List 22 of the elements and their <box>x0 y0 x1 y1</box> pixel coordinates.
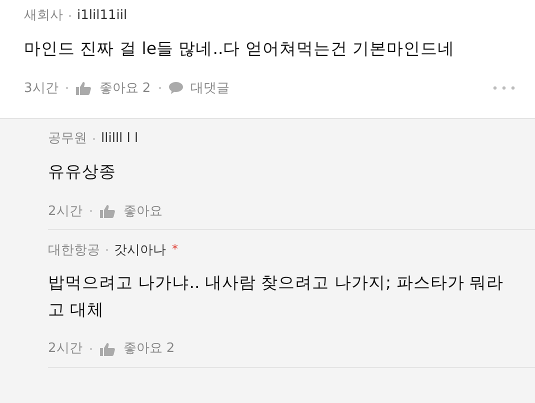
company-name: 새회사 <box>24 7 63 26</box>
thumbs-up-icon <box>100 204 116 218</box>
comment-text: 유유상종 <box>48 161 117 183</box>
nickname: 갓시아나 <box>114 242 166 260</box>
timestamp: 2시간 <box>48 202 82 221</box>
company-name: 공무원 <box>48 130 87 148</box>
nickname: llilll l l <box>101 130 138 148</box>
like-button[interactable]: 좋아요 <box>123 202 162 222</box>
timestamp: 3시간 <box>24 80 58 98</box>
comment-text: 밥먹으려고 나가냐.. 내사람 찾으려고 나가지; 파스타가 뭐라고 대체 <box>48 272 505 321</box>
author-mark: * <box>172 241 178 258</box>
like-button[interactable]: 좋아요 2 <box>99 78 151 98</box>
thumbs-up-icon <box>100 342 116 356</box>
timestamp: 2시간 <box>48 340 82 358</box>
thumbs-up-icon <box>76 82 92 95</box>
reply-button[interactable]: 대댓글 <box>190 78 230 98</box>
comment-text: 마인드 진짜 걸 le들 많네..다 얻어쳐먹는건 기본마인드네 <box>24 38 456 60</box>
company-name: 대한항공 <box>48 242 100 260</box>
like-button[interactable]: 좋아요 2 <box>123 339 175 359</box>
more-options-icon[interactable] <box>493 86 515 90</box>
speech-bubble-icon <box>168 82 183 94</box>
nickname: i1lil11iil <box>77 7 128 26</box>
